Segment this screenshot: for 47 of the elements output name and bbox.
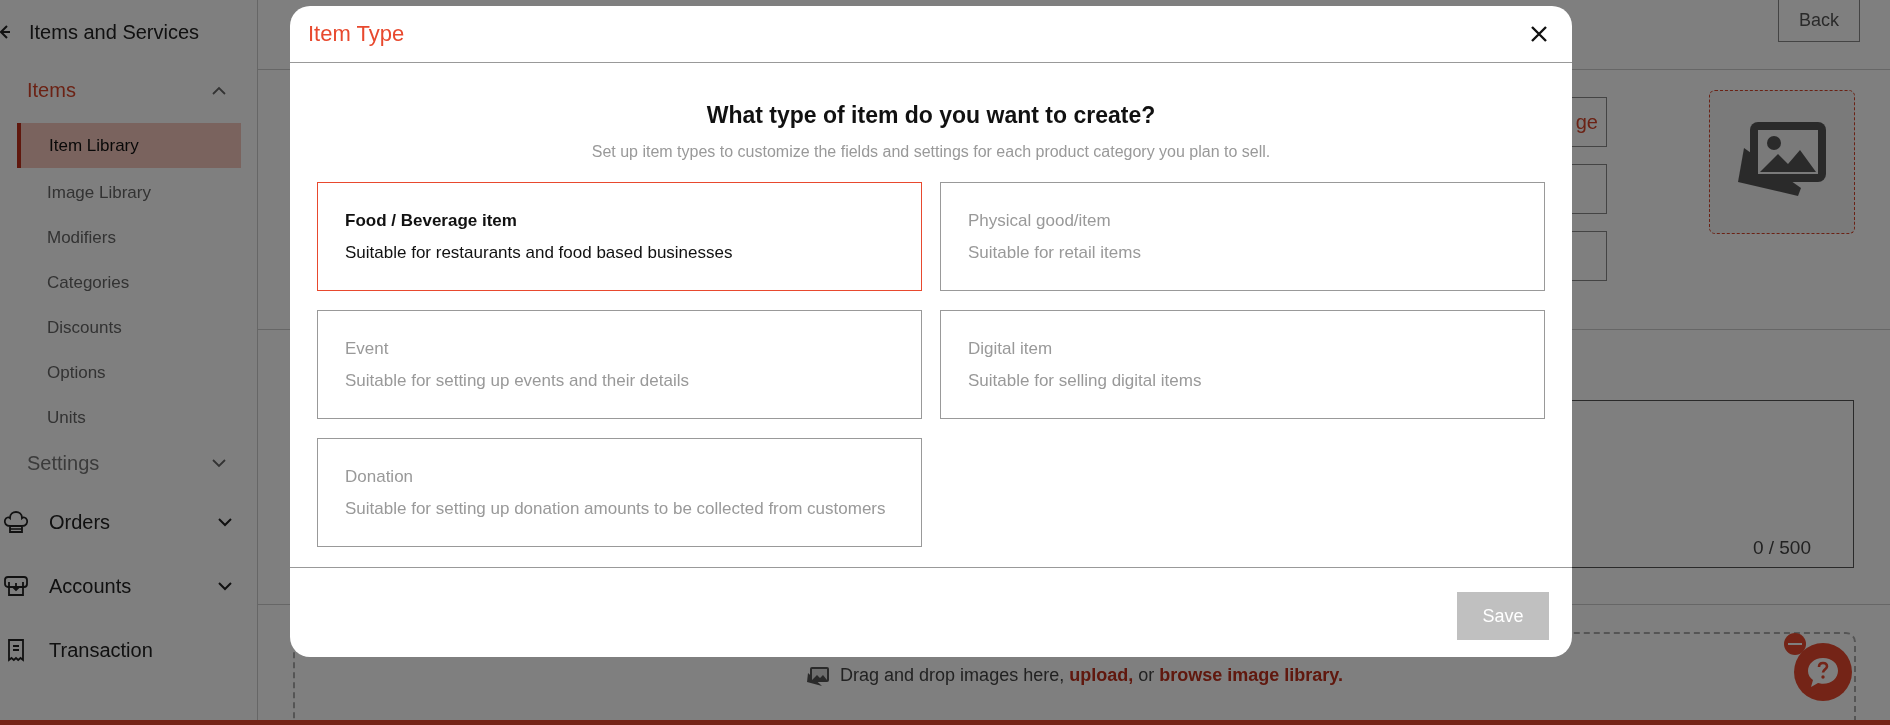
option-description: Suitable for setting up donation amounts to be collected from customers (345, 498, 887, 519)
chevron-icon (211, 458, 227, 468)
option-title: Physical good/item (968, 210, 1112, 231)
upload-link[interactable]: upload, (1069, 665, 1134, 685)
option-title: Food / Beverage item (345, 210, 518, 231)
option-title: Event (345, 338, 390, 359)
dialog-subtitle: Set up item types to customize the fields and settings for each product category you plan to sell. (591, 143, 1271, 161)
option-description: Suitable for setting up events and their details (345, 370, 690, 391)
dialog-question: What type of item do you want to create? (706, 102, 1156, 129)
item-type-option[interactable]: Food / Beverage item Suitable for restaurants and food based businesses (317, 182, 922, 291)
minimize-badge[interactable] (1784, 633, 1806, 655)
sidebar-item[interactable]: Options (17, 350, 241, 395)
dialog-title: Item Type (308, 21, 405, 47)
help-button[interactable] (1794, 643, 1852, 701)
back-button[interactable]: Back (1778, 0, 1860, 42)
sidebar-item[interactable]: Categories (17, 260, 241, 305)
item-type-option[interactable]: Donation Suitable for setting up donation amounts to be collected from customers (317, 438, 922, 547)
item-type-option[interactable]: Physical good/item Suitable for retail items (940, 182, 1545, 291)
chevron-icon (217, 517, 233, 527)
image-placeholder[interactable] (1709, 90, 1855, 234)
dropzone-text: Drag and drop images here, upload, or browse image library. (840, 665, 1343, 686)
sidebar-item[interactable]: Discounts (17, 305, 241, 350)
option-description: Suitable for retail items (968, 242, 1142, 263)
browse-library-link[interactable]: browse image library. (1159, 665, 1343, 685)
nav-item[interactable]: Orders (0, 490, 257, 554)
nav-item[interactable]: Accounts (0, 554, 257, 618)
register-icon (3, 573, 29, 599)
chevron-icon (217, 581, 233, 591)
option-title: Donation (345, 466, 415, 487)
sidebar-item[interactable]: Image Library (17, 170, 241, 215)
sidebar-title: Items and Services (29, 20, 200, 44)
chef-hat-icon (3, 509, 29, 535)
option-description: Suitable for restaurants and food based businesses (345, 242, 734, 263)
nav-item[interactable]: Transaction (0, 618, 257, 682)
chevron-icon (211, 85, 227, 96)
sidebar-group[interactable]: Items (0, 64, 257, 117)
item-type-option[interactable]: Event Suitable for setting up events and their details (317, 310, 922, 419)
back-arrow-icon[interactable] (0, 23, 10, 41)
item-type-option[interactable]: Digital item Suitable for selling digital items (940, 310, 1545, 419)
sidebar-item[interactable]: Modifiers (17, 215, 241, 260)
help-icon (1806, 656, 1840, 688)
option-title: Digital item (968, 338, 1054, 359)
option-description: Suitable for selling digital items (968, 370, 1203, 391)
image-icon (806, 665, 831, 687)
character-counter: 0 / 500 (1752, 537, 1811, 559)
close-icon[interactable] (1530, 25, 1548, 43)
sidebar-item[interactable]: Item Library (17, 123, 241, 168)
